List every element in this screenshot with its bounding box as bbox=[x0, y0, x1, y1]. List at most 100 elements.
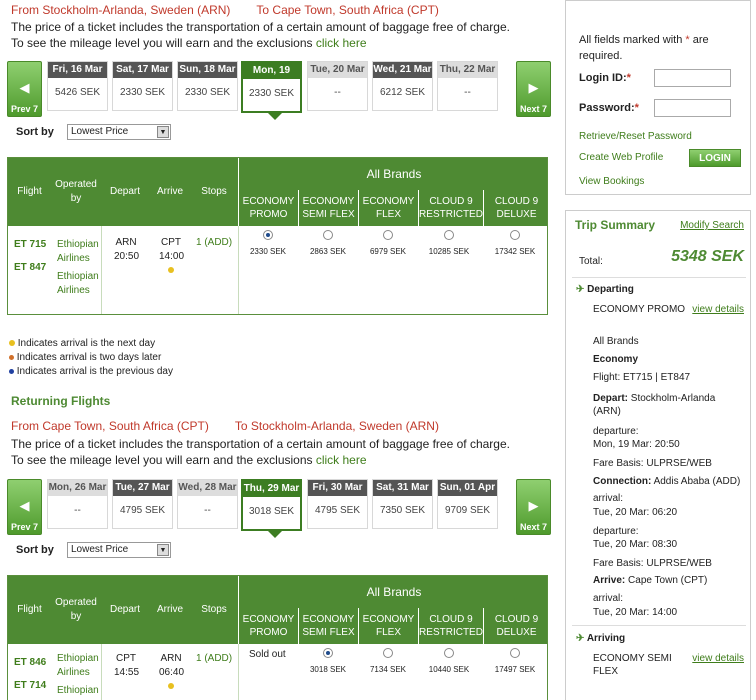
date-price: 6212 SEK bbox=[379, 87, 426, 98]
fare-option[interactable]: 10285 SEK bbox=[426, 230, 472, 259]
sold-out-label: Sold out bbox=[249, 649, 286, 660]
flight-number: ET 847 bbox=[14, 262, 47, 273]
depart-time: 14:55 bbox=[114, 667, 140, 678]
fare-basis: Fare Basis: ULPRSE/WEB bbox=[593, 558, 712, 569]
total-label: Total: bbox=[579, 256, 603, 267]
fare-option[interactable]: 17342 SEK bbox=[492, 230, 538, 259]
brand-economy-promo: ECONOMY PROMO bbox=[238, 608, 298, 644]
fare-price: 10440 SEK bbox=[428, 665, 470, 674]
outbound-date-cell[interactable]: Sun, 18 Mar 2330 SEK bbox=[177, 61, 238, 111]
date-price: 4795 SEK bbox=[314, 505, 361, 516]
departing-header: ✈ Departing bbox=[576, 284, 634, 295]
flight-numbers: Flight: ET715 | ET847 bbox=[593, 372, 691, 383]
fare-option[interactable]: 2330 SEK bbox=[245, 230, 291, 259]
operator-name: Ethiopian bbox=[57, 685, 99, 696]
radio[interactable] bbox=[383, 230, 393, 240]
sort-label: Sort by bbox=[16, 126, 54, 138]
returning-date-cell[interactable]: Mon, 26 Mar -- bbox=[47, 479, 108, 529]
radio[interactable] bbox=[444, 648, 454, 658]
trip-summary: Trip Summary Modify Search Total: 5348 S… bbox=[565, 210, 751, 700]
date-price: 5426 SEK bbox=[54, 87, 101, 98]
baggage-note: The price of a ticket includes the trans… bbox=[11, 437, 510, 451]
arriving-header: ✈ Arriving bbox=[576, 633, 626, 644]
date-price: -- bbox=[204, 505, 211, 516]
outbound-date-cell[interactable]: Thu, 22 Mar -- bbox=[437, 61, 498, 111]
table-row: ET 715 ET 847 Ethiopian Airlines Ethiopi… bbox=[8, 226, 547, 314]
fare-option[interactable]: 17497 SEK bbox=[492, 648, 538, 677]
date-label: Tue, 20 Mar bbox=[308, 62, 367, 78]
fare-price: 17342 SEK bbox=[494, 247, 536, 256]
brand-economy-flex: ECONOMY FLEX bbox=[358, 608, 418, 644]
fare-option[interactable]: 3018 SEK bbox=[305, 648, 351, 677]
login-button[interactable]: LOGIN bbox=[689, 149, 741, 167]
mileage-link[interactable]: click here bbox=[316, 36, 367, 50]
outbound-date-cell[interactable]: Sat, 17 Mar 2330 SEK bbox=[112, 61, 173, 111]
departure-label: departure: bbox=[593, 526, 639, 537]
departure-time: Tue, 20 Mar: 08:30 bbox=[593, 539, 678, 550]
fare-option[interactable]: 10440 SEK bbox=[426, 648, 472, 677]
returning-date-cell[interactable]: Sun, 01 Apr 9709 SEK bbox=[437, 479, 498, 529]
col-operated: Operated by bbox=[55, 597, 97, 622]
baggage-note: The price of a ticket includes the trans… bbox=[11, 20, 510, 34]
returning-date-cell-selected[interactable]: Thu, 29 Mar 3018 SEK bbox=[241, 479, 302, 538]
date-label: Tue, 27 Mar bbox=[113, 480, 172, 496]
radio[interactable] bbox=[510, 230, 520, 240]
outbound-date-cell[interactable]: Fri, 16 Mar 5426 SEK bbox=[47, 61, 108, 111]
outbound-to: To Cape Town, South Africa (CPT) bbox=[256, 3, 439, 17]
outbound-date-cell[interactable]: Tue, 20 Mar -- bbox=[307, 61, 368, 111]
outbound-sort-select[interactable]: Lowest Price ▼ bbox=[67, 124, 171, 140]
outbound-prev-button[interactable]: ◀ Prev 7 bbox=[7, 61, 42, 117]
date-price: 2330 SEK bbox=[119, 87, 166, 98]
login-id-field[interactable] bbox=[654, 69, 731, 87]
outbound-next-button[interactable]: ▶ Next 7 bbox=[516, 61, 551, 117]
returning-next-button[interactable]: ▶ Next 7 bbox=[516, 479, 551, 535]
operator: Ethiopian Airlines Ethiopian bbox=[57, 652, 99, 698]
outbound-route: From Stockholm-Arlanda, Sweden (ARN) To C… bbox=[11, 3, 465, 17]
view-bookings-link[interactable]: View Bookings bbox=[579, 175, 644, 188]
trip-summary-title: Trip Summary bbox=[575, 218, 656, 232]
fare-option[interactable]: 2863 SEK bbox=[305, 230, 351, 259]
date-label: Sat, 31 Mar bbox=[373, 480, 432, 496]
date-price: 2330 SEK bbox=[184, 87, 231, 98]
radio[interactable] bbox=[510, 648, 520, 658]
yellow-dot-icon bbox=[9, 340, 15, 346]
radio[interactable] bbox=[383, 648, 393, 658]
returning-date-cell[interactable]: Wed, 28 Mar -- bbox=[177, 479, 238, 529]
outbound-date-cell[interactable]: Wed, 21 Mar 6212 SEK bbox=[372, 61, 433, 111]
mileage-link[interactable]: click here bbox=[316, 453, 367, 467]
required-note: All fields marked with * are required. bbox=[579, 32, 739, 64]
fare-price: 7134 SEK bbox=[369, 665, 407, 674]
sort-value: Lowest Price bbox=[71, 544, 129, 555]
view-details-link-2[interactable]: view details bbox=[692, 652, 744, 665]
returning-date-cell[interactable]: Tue, 27 Mar 4795 SEK bbox=[112, 479, 173, 529]
create-profile-link[interactable]: Create Web Profile bbox=[579, 151, 663, 164]
fare-option[interactable]: 7134 SEK bbox=[365, 648, 411, 677]
radio-selected[interactable] bbox=[323, 648, 333, 658]
brand-economy-flex: ECONOMY FLEX bbox=[358, 190, 418, 226]
password-field[interactable] bbox=[654, 99, 731, 117]
retrieve-password-link[interactable]: Retrieve/Reset Password bbox=[579, 130, 692, 143]
date-price: -- bbox=[74, 505, 81, 516]
depart-info: CPT 14:55 bbox=[114, 652, 140, 680]
cabin-label: Economy bbox=[593, 354, 639, 365]
date-label: Sun, 01 Apr bbox=[438, 480, 497, 496]
radio[interactable] bbox=[444, 230, 454, 240]
modify-search-link[interactable]: Modify Search bbox=[680, 219, 744, 232]
returning-sort-select[interactable]: Lowest Price ▼ bbox=[67, 542, 171, 558]
login-panel: All fields marked with * are required. L… bbox=[565, 0, 751, 195]
outbound-date-cell-selected[interactable]: Mon, 19 Mar 2330 SEK bbox=[241, 61, 302, 120]
fare-option[interactable]: 6979 SEK bbox=[365, 230, 411, 259]
returning-prev-button[interactable]: ◀ Prev 7 bbox=[7, 479, 42, 535]
radio[interactable] bbox=[323, 230, 333, 240]
returning-date-cell[interactable]: Fri, 30 Mar 4795 SEK bbox=[307, 479, 368, 529]
view-details-link[interactable]: view details bbox=[692, 303, 744, 316]
date-label: Thu, 22 Mar bbox=[438, 62, 497, 78]
returning-to: To Stockholm-Arlanda, Sweden (ARN) bbox=[234, 419, 439, 433]
arrive-code: ARN bbox=[160, 653, 182, 664]
returning-date-cell[interactable]: Sat, 31 Mar 7350 SEK bbox=[372, 479, 433, 529]
flight-number: ET 714 bbox=[14, 680, 47, 691]
table-row: ET 846 ET 714 Ethiopian Airlines Ethiopi… bbox=[8, 644, 547, 700]
total-price: 5348 SEK bbox=[671, 248, 744, 265]
stops: 1 (ADD) bbox=[196, 237, 233, 248]
radio-selected[interactable] bbox=[263, 230, 273, 240]
